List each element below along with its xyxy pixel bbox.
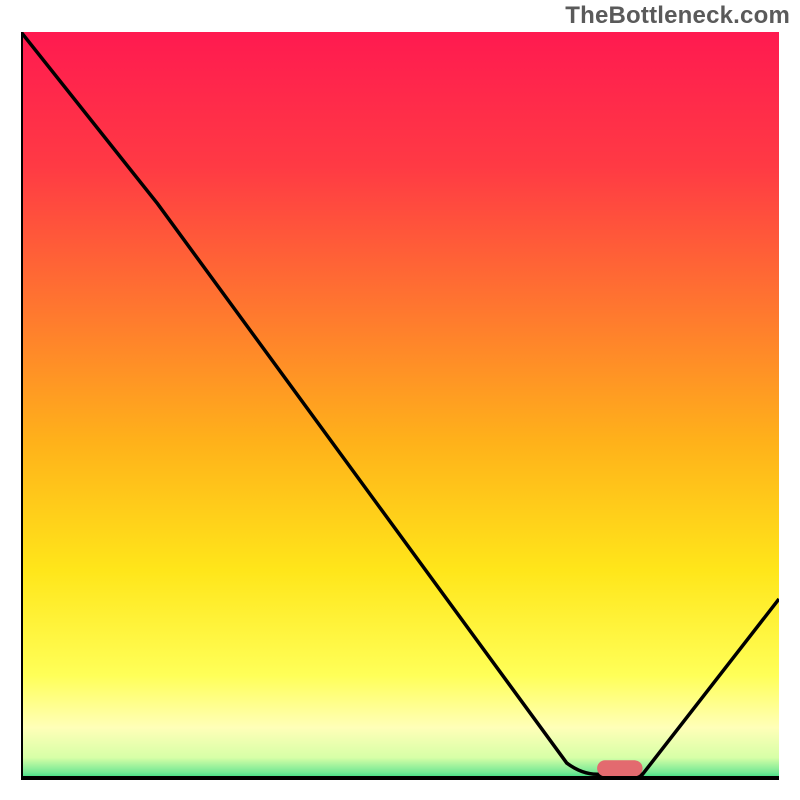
gradient-background [21, 32, 779, 780]
optimum-marker [597, 760, 642, 776]
chart-container: TheBottleneck.com [0, 0, 800, 800]
chart-svg [21, 32, 779, 780]
watermark-text: TheBottleneck.com [565, 2, 790, 30]
